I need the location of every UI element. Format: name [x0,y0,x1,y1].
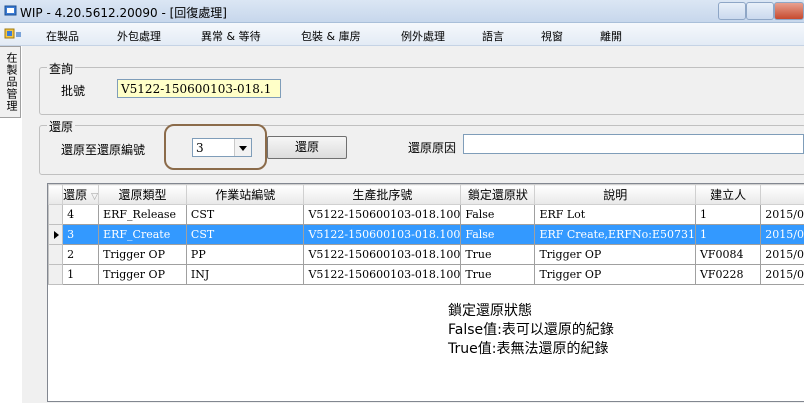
sort-descending-icon: ▽ [91,192,99,202]
current-row-arrow-icon [54,231,59,239]
column-header-created-date[interactable] [760,184,804,205]
cell-description: Trigger OP [534,244,696,265]
cell-lock-status: True [460,264,536,285]
cell-restore-type: ERF_Release [98,204,187,225]
cell-created-date: 2015/0 [760,244,804,265]
column-header-lot-serial[interactable]: 生產批序號 [303,184,462,205]
cell-station-id: CST [185,204,305,225]
cell-station-id: PP [185,244,305,265]
side-tab-wip-management[interactable]: 在製品管理 [0,46,21,118]
minimize-button[interactable] [718,2,746,20]
annotation-note: 鎖定還原狀態 False值:表可以還原的紀錄 True值:表無法還原的紀錄 [448,302,614,359]
restore-button[interactable]: 還原 [267,136,347,159]
restore-reason-input[interactable] [463,134,804,154]
side-tab-label: 在製品管理 [5,52,18,112]
cell-lock-status: True [460,244,536,265]
row-header[interactable] [47,224,64,245]
row-header[interactable] [47,244,64,265]
cell-lot-serial: V5122-150600103-018.100 [303,264,462,285]
table-row[interactable]: 2 Trigger OP PP V5122-150600103-018.100 … [47,244,804,265]
menu-item-exception-handling[interactable]: 例外處理 [401,28,445,44]
row-header-corner [47,184,64,205]
grid-table: 還原 ▽ 還原類型 作業站編號 生產批序號 鎖定還原狀 說明 建立人 4 ERF_… [47,184,804,285]
cell-creator: VF0228 [694,264,762,285]
cell-restore-no: 4 [62,204,100,225]
restore-to-label: 還原至還原編號 [61,143,146,157]
cell-restore-no: 3 [62,224,100,245]
cell-restore-type: ERF_Create [98,224,187,245]
cell-description: Trigger OP [534,264,696,285]
row-header[interactable] [47,264,64,285]
cell-lock-status: False [460,224,536,245]
cell-creator: 1 [694,224,762,245]
cell-lot-serial: V5122-150600103-018.100 [303,244,462,265]
restore-reason-label: 還原原因 [408,141,457,155]
cell-restore-type: Trigger OP [98,244,187,265]
app-icon [4,5,17,16]
column-header-lock-status[interactable]: 鎖定還原狀 [460,184,536,205]
cell-created-date: 2015/0 [760,224,804,245]
chevron-down-icon[interactable] [234,139,251,156]
column-header-station-id[interactable]: 作業站編號 [185,184,305,205]
grid-header-row: 還原 ▽ 還原類型 作業站編號 生產批序號 鎖定還原狀 說明 建立人 [47,184,804,205]
query-group-title: 查詢 [47,60,76,77]
menu-item-exit[interactable]: 離開 [600,28,622,44]
close-button[interactable] [774,2,804,20]
cell-lock-status: False [460,204,536,225]
maximize-button[interactable] [746,2,774,20]
cell-station-id: INJ [185,264,305,285]
table-row[interactable]: 4 ERF_Release CST V5122-150600103-018.10… [47,204,804,225]
cell-lot-serial: V5122-150600103-018.100 [303,224,462,245]
cell-restore-no: 2 [62,244,100,265]
restore-group-title: 還原 [47,118,76,135]
cell-creator: VF0084 [694,244,762,265]
restore-number-select[interactable]: 3 [192,138,252,157]
window-title: WIP - 4.20.5612.20090 - [回復處理] [20,6,227,20]
menu-item-language[interactable]: 語言 [482,28,504,44]
cell-created-date: 2015/0 [760,264,804,285]
menu-item-wip[interactable]: 在製品 [46,28,79,44]
mdi-window-icon[interactable] [4,27,22,41]
title-bar: WIP - 4.20.5612.20090 - [回復處理] [0,0,804,23]
menu-item-window[interactable]: 視窗 [541,28,563,44]
table-row[interactable]: 1 Trigger OP INJ V5122-150600103-018.100… [47,264,804,285]
cell-station-id: CST [185,224,305,245]
cell-description: ERF Create,ERFNo:E50731 [534,224,696,245]
restore-number-value: 3 [196,141,204,155]
cell-restore-no: 1 [62,264,100,285]
table-row-selected[interactable]: 3 ERF_Create CST V5122-150600103-018.100… [47,224,804,245]
column-header-creator[interactable]: 建立人 [694,184,762,205]
menu-item-exception-wait[interactable]: 異常 & 等待 [201,28,261,44]
column-header-description[interactable]: 說明 [534,184,696,205]
menu-item-outsourcing[interactable]: 外包處理 [117,28,161,44]
cell-restore-type: Trigger OP [98,264,187,285]
column-header-restore-type[interactable]: 還原類型 [98,184,187,205]
cell-created-date: 2015/0 [760,204,804,225]
column-header-restore[interactable]: 還原 ▽ [62,184,100,205]
menu-item-packing-warehouse[interactable]: 包裝 & 庫房 [301,28,361,44]
cell-creator: 1 [694,204,762,225]
note-line-1: 鎖定還原狀態 [448,303,532,319]
restore-history-grid[interactable]: 還原 ▽ 還原類型 作業站編號 生產批序號 鎖定還原狀 說明 建立人 4 ERF_… [47,183,804,402]
note-line-3: True值:表無法還原的紀錄 [448,341,609,357]
cell-lot-serial: V5122-150600103-018.100 [303,204,462,225]
lot-number-input[interactable]: V5122-150600103-018.1 [117,79,281,98]
row-header[interactable] [47,204,64,225]
lot-label: 批號 [61,84,86,98]
note-line-2: False值:表可以還原的紀錄 [448,322,614,338]
cell-description: ERF Lot [534,204,696,225]
